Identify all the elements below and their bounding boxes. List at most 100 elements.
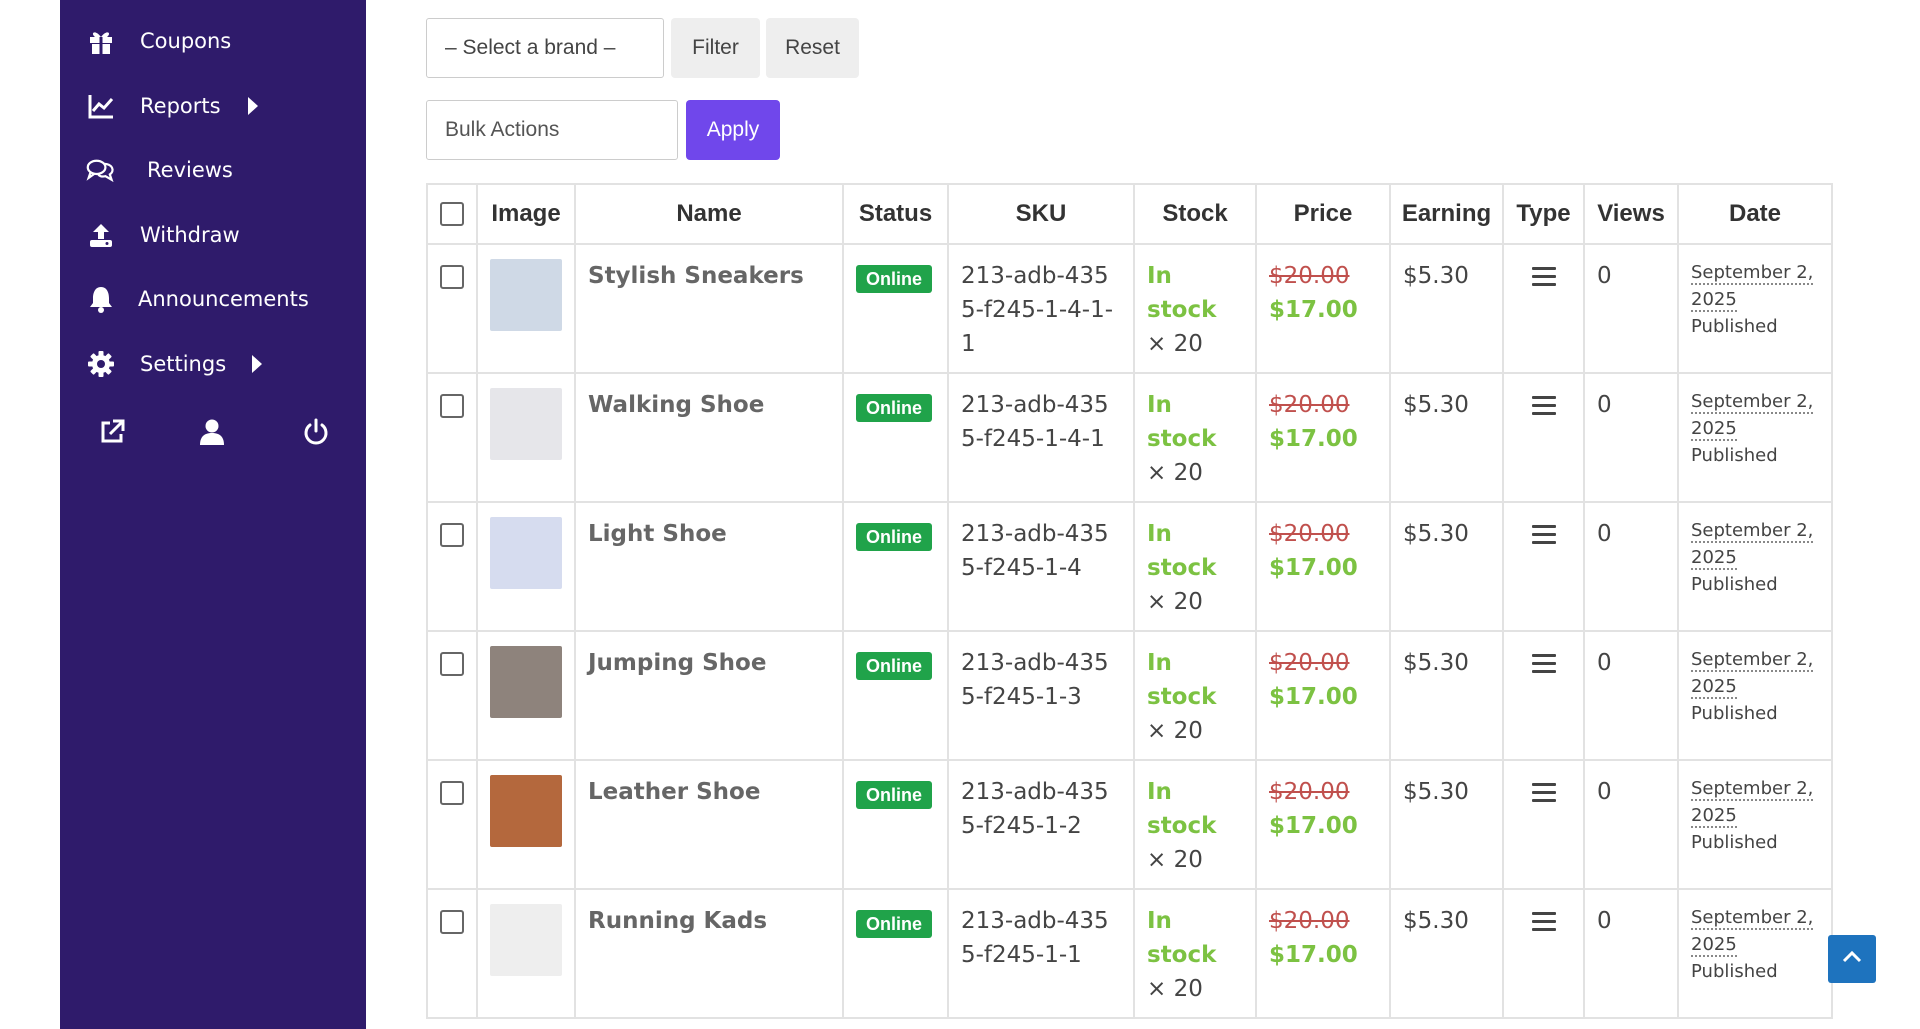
publish-date: September 2, 2025 [1691, 391, 1814, 441]
stock-status: In stock [1147, 521, 1217, 581]
sidebar-item-reports[interactable]: Reports [60, 80, 366, 132]
product-thumbnail[interactable] [490, 904, 562, 976]
stock-status: In stock [1147, 263, 1217, 323]
views-count: 0 [1597, 650, 1612, 676]
regular-price: $20.00 [1269, 392, 1350, 418]
stock-status: In stock [1147, 650, 1217, 710]
date-cell: September 2, 2025 Published [1677, 243, 1833, 374]
chevron-up-icon [1841, 946, 1863, 973]
stock-cell: In stock × 20 [1133, 888, 1257, 1019]
table-row: Light Shoe Online 213-adb-4355-f245-1-4 … [426, 501, 1833, 632]
row-checkbox[interactable] [440, 523, 464, 547]
bulk-actions-value: Bulk Actions [445, 118, 560, 141]
simple-product-icon [1531, 525, 1556, 544]
regular-price: $20.00 [1269, 908, 1350, 934]
product-name-link[interactable]: Jumping Shoe [588, 650, 766, 676]
row-checkbox[interactable] [440, 652, 464, 676]
sidebar-item-reviews[interactable]: Reviews [60, 144, 366, 196]
publish-state: Published [1691, 961, 1778, 982]
scroll-to-top-button[interactable] [1828, 935, 1876, 983]
earning-value: $5.30 [1403, 908, 1469, 934]
product-name-link[interactable]: Stylish Sneakers [588, 263, 804, 289]
row-checkbox[interactable] [440, 265, 464, 289]
stock-cell: In stock × 20 [1133, 759, 1257, 890]
row-checkbox[interactable] [440, 781, 464, 805]
column-header-name: Name [574, 183, 844, 245]
stock-status: In stock [1147, 392, 1217, 452]
comments-icon [86, 155, 116, 185]
status-cell: Online [842, 759, 949, 890]
simple-product-icon [1531, 267, 1556, 286]
column-header-type: Type [1502, 183, 1585, 245]
brand-select[interactable]: – Select a brand – [426, 18, 664, 78]
reset-button[interactable]: Reset [766, 18, 859, 78]
product-name-cell: Light Shoe [574, 501, 844, 632]
type-cell [1502, 243, 1585, 374]
status-cell: Online [842, 372, 949, 503]
apply-button-label: Apply [706, 118, 760, 141]
product-name-link[interactable]: Leather Shoe [588, 779, 760, 805]
external-link-icon[interactable] [90, 410, 134, 454]
regular-price: $20.00 [1269, 263, 1350, 289]
apply-button[interactable]: Apply [686, 100, 780, 160]
product-name-cell: Walking Shoe [574, 372, 844, 503]
product-name-cell: Jumping Shoe [574, 630, 844, 761]
sale-price: $17.00 [1269, 297, 1358, 323]
power-icon[interactable] [294, 410, 338, 454]
bulk-actions-select[interactable]: Bulk Actions [426, 100, 678, 160]
bell-icon [86, 284, 116, 314]
stock-cell: In stock × 20 [1133, 501, 1257, 632]
product-name-cell: Leather Shoe [574, 759, 844, 890]
views-count: 0 [1597, 521, 1612, 547]
publish-state: Published [1691, 832, 1778, 853]
regular-price: $20.00 [1269, 650, 1350, 676]
earning-value: $5.30 [1403, 392, 1469, 418]
sku-text: 213-adb-4355-f245-1-1 [961, 908, 1109, 968]
views-cell: 0 [1583, 372, 1679, 503]
sidebar-item-announcements[interactable]: Announcements [60, 273, 366, 325]
sku-cell: 213-adb-4355-f245-1-1 [947, 888, 1135, 1019]
row-select-cell [426, 243, 478, 374]
filter-button[interactable]: Filter [671, 18, 760, 78]
sidebar: Coupons Reports Reviews Withdraw Announc… [60, 0, 366, 1029]
sidebar-item-label: Coupons [140, 29, 232, 53]
upload-icon [86, 220, 116, 250]
sidebar-item-settings[interactable]: Settings [60, 338, 366, 390]
product-name-link[interactable]: Light Shoe [588, 521, 727, 547]
sku-text: 213-adb-4355-f245-1-2 [961, 779, 1109, 839]
row-select-cell [426, 501, 478, 632]
product-image-cell [476, 630, 576, 761]
publish-state: Published [1691, 574, 1778, 595]
sku-cell: 213-adb-4355-f245-1-3 [947, 630, 1135, 761]
column-header-earning: Earning [1389, 183, 1504, 245]
views-count: 0 [1597, 908, 1612, 934]
table-row: Running Kads Online 213-adb-4355-f245-1-… [426, 888, 1833, 1019]
earning-value: $5.30 [1403, 263, 1469, 289]
product-thumbnail[interactable] [490, 259, 562, 331]
row-select-cell [426, 888, 478, 1019]
sidebar-item-coupons[interactable]: Coupons [60, 15, 366, 67]
row-checkbox[interactable] [440, 910, 464, 934]
sku-text: 213-adb-4355-f245-1-4 [961, 521, 1109, 581]
status-badge: Online [856, 523, 933, 551]
user-icon[interactable] [190, 410, 234, 454]
sale-price: $17.00 [1269, 942, 1358, 968]
status-cell: Online [842, 501, 949, 632]
products-table: Image Name Status SKU Stock Price Earnin… [426, 183, 1833, 1019]
table-row: Walking Shoe Online 213-adb-4355-f245-1-… [426, 372, 1833, 503]
chart-line-icon [86, 91, 116, 121]
stock-status: In stock [1147, 908, 1217, 968]
stock-quantity: × 20 [1147, 589, 1203, 615]
product-name-link[interactable]: Running Kads [588, 908, 767, 934]
date-cell: September 2, 2025 Published [1677, 888, 1833, 1019]
product-thumbnail[interactable] [490, 775, 562, 847]
product-thumbnail[interactable] [490, 517, 562, 589]
earning-cell: $5.30 [1389, 630, 1504, 761]
sidebar-item-withdraw[interactable]: Withdraw [60, 209, 366, 261]
select-all-checkbox[interactable] [440, 202, 464, 226]
product-name-link[interactable]: Walking Shoe [588, 392, 764, 418]
row-checkbox[interactable] [440, 394, 464, 418]
product-thumbnail[interactable] [490, 388, 562, 460]
earning-value: $5.30 [1403, 650, 1469, 676]
product-thumbnail[interactable] [490, 646, 562, 718]
